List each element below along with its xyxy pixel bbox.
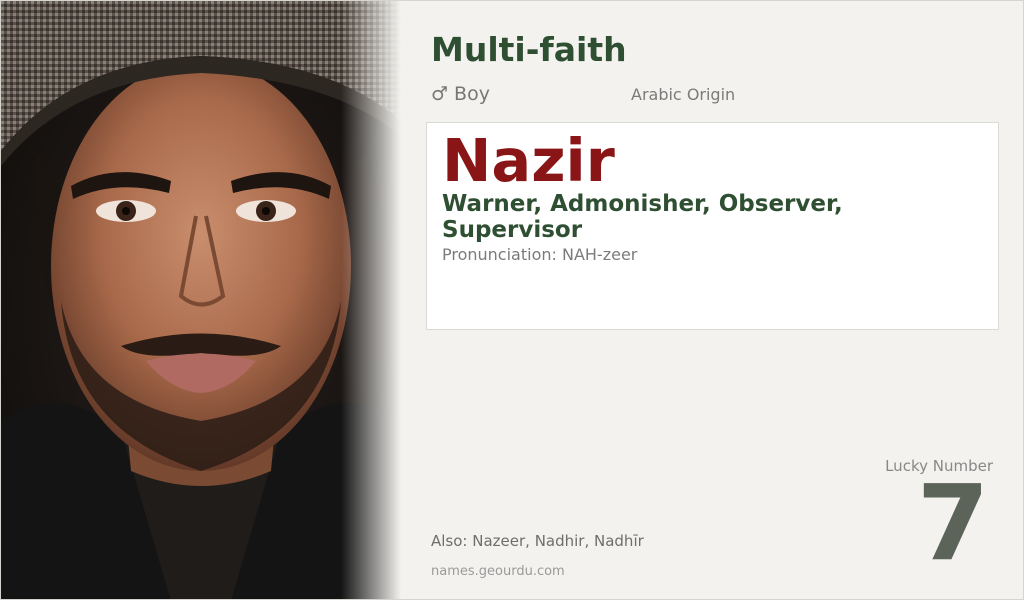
site-credit: names.geourdu.com [431,564,565,579]
gender-label: ♂ Boy [431,81,490,107]
alternate-spellings: Also: Nazeer, Nadhir, Nadhīr [431,532,644,550]
name-panel: Nazir Warner, Admonisher, Observer, Supe… [426,122,999,330]
name-title: Nazir [442,126,615,195]
name-meaning: Warner, Admonisher, Observer, Supervisor [442,191,843,243]
category-heading: Multi-faith [431,30,627,69]
portrait-photo [1,1,401,599]
male-symbol-icon: ♂ [431,83,449,105]
lucky-number-value: 7 [916,462,990,584]
name-card: Multi-faith ♂ Boy Arabic Origin Nazir War… [0,0,1024,600]
origin-label: Arabic Origin [631,85,736,104]
gender-text: Boy [454,83,490,105]
pronunciation-text: Pronunciation: NAH-zeer [442,245,638,264]
